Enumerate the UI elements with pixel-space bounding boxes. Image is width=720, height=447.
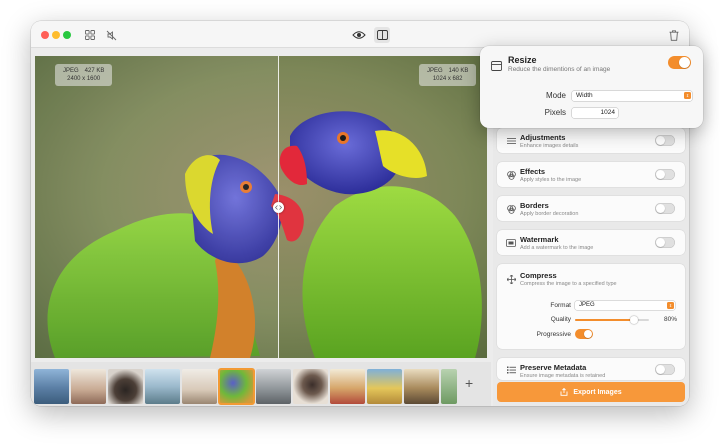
thumbnail-10[interactable] bbox=[367, 369, 402, 404]
progressive-toggle[interactable] bbox=[575, 329, 593, 339]
mode-select[interactable]: Width ⇕ bbox=[572, 91, 692, 101]
borders-subtitle: Apply border decoration bbox=[520, 211, 579, 217]
original-size: 427 KB bbox=[84, 68, 105, 74]
effects-subtitle: Apply styles to the image bbox=[520, 177, 582, 183]
thumbnail-strip: + bbox=[31, 362, 491, 406]
adjustments-toggle[interactable] bbox=[655, 135, 675, 146]
thumbnail-9[interactable] bbox=[330, 369, 365, 404]
quality-slider[interactable] bbox=[575, 316, 649, 324]
thumbnail-1[interactable] bbox=[34, 369, 69, 404]
mute-icon[interactable] bbox=[103, 27, 119, 43]
thumbnail-8[interactable] bbox=[293, 369, 328, 404]
minimize-window-button[interactable] bbox=[52, 31, 60, 39]
arrows-horizontal-icon bbox=[275, 205, 282, 210]
preserve-metadata-toggle[interactable] bbox=[655, 364, 675, 375]
mode-label: Mode bbox=[545, 91, 566, 100]
pixels-value: 1024 bbox=[600, 109, 615, 116]
compare-slider-handle[interactable] bbox=[273, 202, 284, 213]
export-images-label: Export Images bbox=[573, 388, 622, 396]
original-info-badge: JPEG 427 KB 2400 x 1600 bbox=[55, 64, 113, 86]
compress-icon bbox=[506, 274, 516, 284]
image-canvas[interactable]: JPEG 427 KB 2400 x 1600 JPEG 140 KB 1024 x… bbox=[35, 56, 487, 358]
thumbnail-7[interactable] bbox=[256, 369, 291, 404]
processed-info-badge: JPEG 140 KB 1024 x 682 bbox=[419, 64, 477, 86]
preserve-metadata-title: Preserve Metadata bbox=[520, 363, 587, 372]
watermark-subtitle: Add a watermark to the image bbox=[520, 245, 594, 251]
thumbnail-12-partial[interactable] bbox=[441, 369, 457, 404]
effects-icon bbox=[506, 170, 516, 180]
borders-icon bbox=[506, 204, 516, 214]
plus-icon[interactable]: + bbox=[465, 375, 473, 391]
compress-title: Compress bbox=[520, 271, 557, 280]
export-icon bbox=[560, 388, 568, 396]
original-dimensions: 2400 x 1600 bbox=[67, 76, 101, 82]
thumbnail-3[interactable] bbox=[108, 369, 143, 404]
thumbnail-4[interactable] bbox=[145, 369, 180, 404]
eye-icon[interactable] bbox=[351, 27, 367, 43]
borders-toggle[interactable] bbox=[655, 203, 675, 214]
parrots-photo bbox=[35, 56, 487, 358]
pixels-label: Pixels bbox=[544, 108, 566, 117]
thumbnail-5[interactable] bbox=[182, 369, 217, 404]
processed-size: 140 KB bbox=[448, 68, 469, 74]
format-value: JPEG bbox=[579, 302, 595, 308]
quality-slider-fill bbox=[575, 319, 635, 321]
zoom-window-button[interactable] bbox=[63, 31, 71, 39]
original-format: JPEG bbox=[63, 68, 79, 74]
quality-value: 80% bbox=[663, 316, 677, 323]
thumbnail-2[interactable] bbox=[71, 369, 106, 404]
resize-title: Resize bbox=[508, 55, 537, 65]
progressive-label: Progressive bbox=[536, 331, 571, 338]
borders-card[interactable]: Borders Apply border decoration bbox=[497, 196, 685, 221]
processed-dimensions: 1024 x 682 bbox=[432, 76, 463, 82]
thumbnail-6-selected[interactable] bbox=[218, 368, 255, 405]
thumbnail-11[interactable] bbox=[404, 369, 439, 404]
compress-subtitle: Compress the image to a specified type bbox=[520, 281, 617, 287]
format-select[interactable]: JPEG ⇕ bbox=[575, 301, 675, 310]
preserve-metadata-card[interactable]: Preserve Metadata Ensure image metadata … bbox=[497, 358, 685, 380]
chevron-updown-icon: ⇕ bbox=[667, 302, 674, 309]
effects-card[interactable]: Effects Apply styles to the image bbox=[497, 162, 685, 187]
chevron-updown-icon: ⇕ bbox=[684, 92, 691, 99]
adjustments-subtitle: Enhance images details bbox=[520, 143, 579, 149]
adjustments-title: Adjustments bbox=[520, 133, 566, 142]
titlebar bbox=[31, 21, 689, 48]
grid-icon[interactable] bbox=[82, 27, 98, 43]
effects-toggle[interactable] bbox=[655, 169, 675, 180]
pixels-input[interactable]: 1024 bbox=[572, 108, 618, 118]
list-icon bbox=[506, 365, 516, 375]
mode-value: Width bbox=[576, 92, 593, 99]
effects-title: Effects bbox=[520, 167, 546, 176]
close-window-button[interactable] bbox=[41, 31, 49, 39]
export-images-button[interactable]: Export Images bbox=[497, 382, 685, 402]
preserve-metadata-subtitle: Ensure image metadata is retained bbox=[520, 373, 606, 379]
format-label: Format bbox=[550, 302, 571, 309]
borders-title: Borders bbox=[520, 201, 549, 210]
resize-subtitle: Reduce the dimentions of an image bbox=[508, 66, 611, 73]
sliders-icon bbox=[506, 136, 516, 146]
adjustments-card[interactable]: Adjustments Enhance images details bbox=[497, 128, 685, 153]
watermark-title: Watermark bbox=[520, 235, 559, 244]
quality-label: Quality bbox=[550, 316, 571, 323]
watermark-card[interactable]: Watermark Add a watermark to the image bbox=[497, 230, 685, 255]
compress-card[interactable]: Compress Compress the image to a specifi… bbox=[497, 264, 685, 349]
watermark-toggle[interactable] bbox=[655, 237, 675, 248]
resize-toggle[interactable] bbox=[668, 56, 691, 69]
resize-icon bbox=[491, 58, 502, 71]
processed-format: JPEG bbox=[427, 68, 443, 74]
trash-icon[interactable] bbox=[666, 27, 682, 43]
resize-popover[interactable]: Resize Reduce the dimentions of an image… bbox=[480, 46, 703, 128]
quality-slider-knob[interactable] bbox=[630, 316, 639, 324]
split-view-icon[interactable] bbox=[374, 27, 390, 43]
watermark-icon bbox=[506, 238, 516, 248]
